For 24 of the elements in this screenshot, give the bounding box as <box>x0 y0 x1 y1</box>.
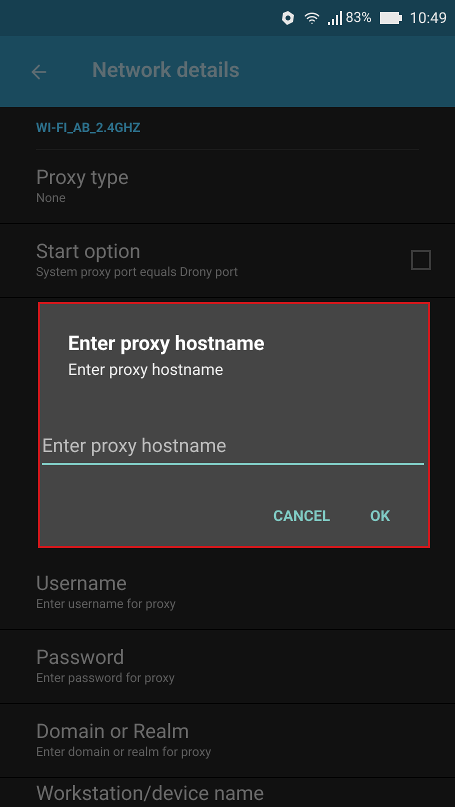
setting-title[interactable]: Start option <box>36 238 411 264</box>
section-header: WI-FI_AB_2.4GHZ <box>36 107 419 150</box>
checkbox[interactable] <box>411 250 431 270</box>
setting-summary: Enter domain or realm for proxy <box>36 744 212 762</box>
setting-title[interactable]: Proxy type <box>36 164 431 190</box>
wifi-icon <box>304 10 320 26</box>
dialog-title: Enter proxy hostname <box>68 330 266 357</box>
setting-title[interactable]: Workstation/device name <box>36 780 431 806</box>
setting-title[interactable]: Password <box>36 644 431 670</box>
setting-title[interactable]: Domain or Realm <box>36 718 431 744</box>
battery-percent: 83% <box>346 8 372 28</box>
dialog-message: Enter proxy hostname <box>68 359 224 381</box>
setting-summary: System proxy port equals Drony port <box>36 264 239 282</box>
setting-title[interactable]: Username <box>36 570 431 596</box>
screen-title: Network details <box>92 58 240 85</box>
dialog-button[interactable]: CANCEL <box>265 500 338 531</box>
setting-summary: Enter password for proxy <box>36 670 176 688</box>
setting-summary: Enter username for proxy <box>36 596 177 614</box>
setting-summary: None <box>36 190 67 208</box>
clock-time: 10:49 <box>410 8 447 29</box>
hostname-input-field[interactable]: Enter proxy hostname <box>42 432 424 464</box>
signal-icon <box>328 11 342 25</box>
battery-icon <box>380 12 402 24</box>
dialog-button[interactable]: OK <box>362 500 398 531</box>
